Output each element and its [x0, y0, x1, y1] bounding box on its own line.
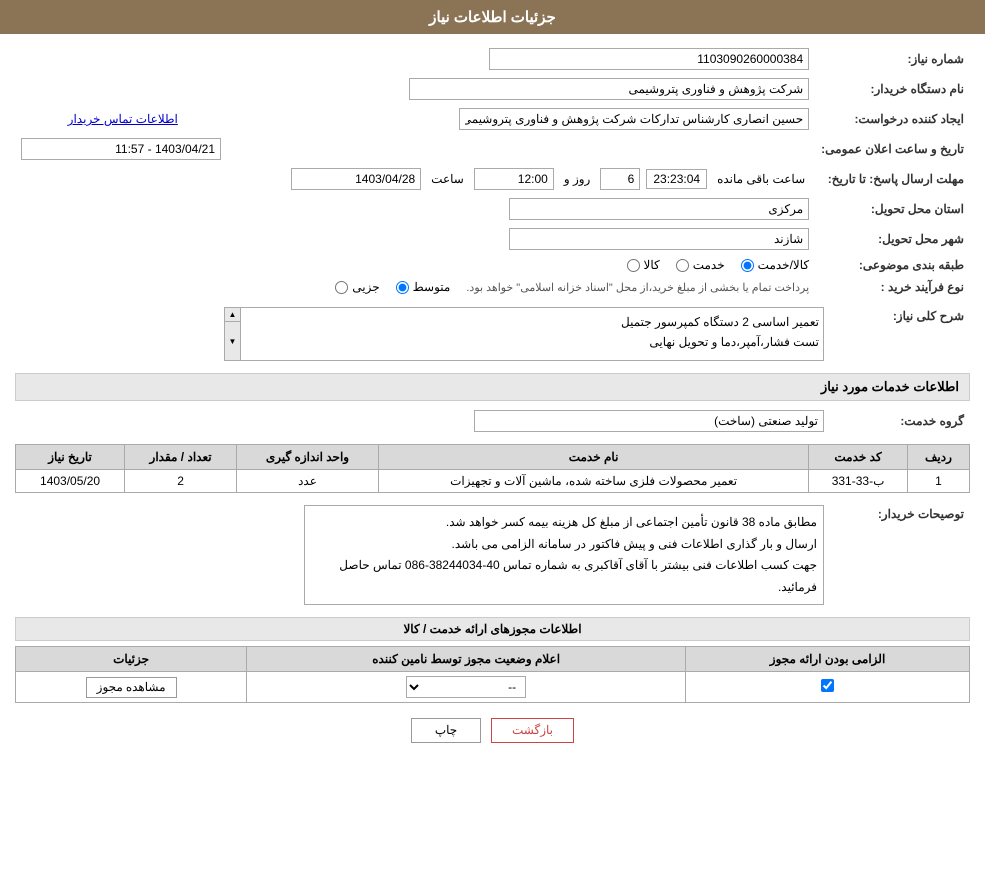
col-service-code: کد خدمت	[809, 445, 908, 470]
purchase-jozi-label[interactable]: جزیی	[335, 280, 379, 294]
category-both-radio[interactable]	[741, 259, 754, 272]
cell-row-num: 1	[907, 470, 969, 493]
notes-line1: مطابق ماده 38 قانون تأمین اجتماعی از مبل…	[311, 512, 817, 534]
license-row: -- مشاهده مجوز	[16, 672, 970, 703]
buyer-station-label: نام دستگاه خریدار:	[815, 74, 970, 104]
col-service-name: نام خدمت	[378, 445, 808, 470]
reply-days-label: روز و	[564, 172, 591, 186]
cell-status-declaration: --	[247, 672, 686, 703]
status-select[interactable]: --	[406, 676, 526, 698]
category-kala-radio[interactable]	[627, 259, 640, 272]
cell-service-name: تعمیر محصولات فلزی ساخته شده، ماشین آلات…	[378, 470, 808, 493]
reply-remaining-value: 23:23:04	[646, 169, 707, 189]
table-row: 1 ب-33-331 تعمیر محصولات فلزی ساخته شده،…	[16, 470, 970, 493]
purchase-motavasset-text: متوسط	[413, 280, 451, 294]
cell-details: مشاهده مجوز	[16, 672, 247, 703]
scroll-up-btn[interactable]: ▲	[225, 308, 240, 322]
reply-remaining-label: ساعت باقی مانده	[717, 172, 805, 186]
delivery-province-input[interactable]	[509, 198, 809, 220]
need-number-input[interactable]	[489, 48, 809, 70]
cell-unit: عدد	[237, 470, 379, 493]
notes-line2: ارسال و بار گذاری اطلاعات فنی و پیش فاکت…	[311, 534, 817, 556]
announce-datetime-input[interactable]	[21, 138, 221, 160]
license-section-title: اطلاعات مجوزهای ارائه خدمت / کالا	[15, 617, 970, 641]
announce-datetime-label: تاریخ و ساعت اعلان عمومی:	[815, 134, 970, 164]
notes-table: توصیحات خریدار: مطابق ماده 38 قانون تأمی…	[15, 501, 970, 609]
creator-input[interactable]	[459, 108, 809, 130]
buyer-notes-content: مطابق ماده 38 قانون تأمین اجتماعی از مبل…	[304, 505, 824, 605]
need-description-label: شرح کلی نیاز:	[830, 303, 970, 365]
notes-line3: جهت کسب اطلاعات فنی بیشتر با آقای آقاکبر…	[311, 555, 817, 598]
need-number-label: شماره نیاز:	[815, 44, 970, 74]
reply-days-input[interactable]	[600, 168, 640, 190]
description-content: تعمیر اساسی 2 دستگاه کمپرسور جتمیل تست ف…	[241, 308, 823, 360]
category-both-label[interactable]: کالا/خدمت	[741, 258, 809, 272]
category-khedmat-label[interactable]: خدمت	[676, 258, 725, 272]
purchase-jozi-radio[interactable]	[335, 281, 348, 294]
category-kala-text: کالا	[644, 258, 660, 272]
col-row-num: ردیف	[907, 445, 969, 470]
cell-service-code: ب-33-331	[809, 470, 908, 493]
col-mandatory: الزامی بودن ارائه مجوز	[686, 647, 970, 672]
cell-quantity: 2	[125, 470, 237, 493]
category-both-text: کالا/خدمت	[758, 258, 809, 272]
description-table: شرح کلی نیاز: تعمیر اساسی 2 دستگاه کمپرس…	[15, 303, 970, 365]
content-area: شماره نیاز: نام دستگاه خریدار: ایجاد کنن…	[0, 34, 985, 768]
contact-link[interactable]: اطلاعات تماس خریدار	[68, 112, 178, 126]
print-button[interactable]: چاپ	[411, 718, 481, 743]
delivery-province-label: استان محل تحویل:	[815, 194, 970, 224]
service-group-table: گروه خدمت:	[15, 406, 970, 436]
view-license-button[interactable]: مشاهده مجوز	[86, 677, 177, 698]
scroll-controls: ▲ ▼	[225, 308, 241, 360]
service-group-input[interactable]	[474, 410, 824, 432]
creator-label: ایجاد کننده درخواست:	[815, 104, 970, 134]
page-title: جزئیات اطلاعات نیاز	[429, 9, 556, 26]
delivery-city-input[interactable]	[509, 228, 809, 250]
category-label: طبقه بندی موضوعی:	[815, 254, 970, 276]
reply-time-label: ساعت	[431, 172, 464, 186]
col-details: جزئیات	[16, 647, 247, 672]
delivery-city-label: شهر محل تحویل:	[815, 224, 970, 254]
buyer-station-input[interactable]	[409, 78, 809, 100]
description-wrapper: تعمیر اساسی 2 دستگاه کمپرسور جتمیل تست ف…	[224, 307, 824, 361]
description-line2: تست فشار،آمپر،دما و تحویل نهایی	[245, 332, 819, 352]
description-line1: تعمیر اساسی 2 دستگاه کمپرسور جتمیل	[245, 312, 819, 332]
reply-time-input[interactable]	[474, 168, 554, 190]
license-table: الزامی بودن ارائه مجوز اعلام وضعیت مجوز …	[15, 646, 970, 703]
main-info-table: شماره نیاز: نام دستگاه خریدار: ایجاد کنن…	[15, 44, 970, 298]
category-khedmat-text: خدمت	[693, 258, 725, 272]
col-unit: واحد اندازه گیری	[237, 445, 379, 470]
cell-need-date: 1403/05/20	[16, 470, 125, 493]
purchase-jozi-text: جزیی	[352, 280, 379, 294]
page-header: جزئیات اطلاعات نیاز	[0, 0, 985, 34]
col-status-declaration: اعلام وضعیت مجوز توسط نامین کننده	[247, 647, 686, 672]
reply-date-input[interactable]	[291, 168, 421, 190]
purchase-motavasset-label[interactable]: متوسط	[396, 280, 451, 294]
services-table: ردیف کد خدمت نام خدمت واحد اندازه گیری ت…	[15, 444, 970, 493]
reply-deadline-label: مهلت ارسال پاسخ: تا تاریخ:	[815, 164, 970, 194]
services-section-title: اطلاعات خدمات مورد نیاز	[15, 373, 970, 401]
col-need-date: تاریخ نیاز	[16, 445, 125, 470]
purchase-motavasset-radio[interactable]	[396, 281, 409, 294]
back-button[interactable]: بازگشت	[491, 718, 574, 743]
purchase-type-label: نوع فرآیند خرید :	[815, 276, 970, 298]
category-khedmat-radio[interactable]	[676, 259, 689, 272]
page-wrapper: جزئیات اطلاعات نیاز شماره نیاز: نام دستگ…	[0, 0, 985, 875]
scroll-down-btn[interactable]: ▼	[225, 322, 240, 360]
cell-mandatory	[686, 672, 970, 703]
purchase-type-description: پرداخت تمام یا بخشی از مبلغ خرید،از محل …	[466, 281, 809, 294]
col-quantity: تعداد / مقدار	[125, 445, 237, 470]
footer-buttons: بازگشت چاپ	[15, 718, 970, 743]
mandatory-checkbox[interactable]	[821, 679, 834, 692]
category-kala-label[interactable]: کالا	[627, 258, 660, 272]
service-group-label: گروه خدمت:	[830, 406, 970, 436]
buyer-notes-label: توصیحات خریدار:	[830, 501, 970, 609]
